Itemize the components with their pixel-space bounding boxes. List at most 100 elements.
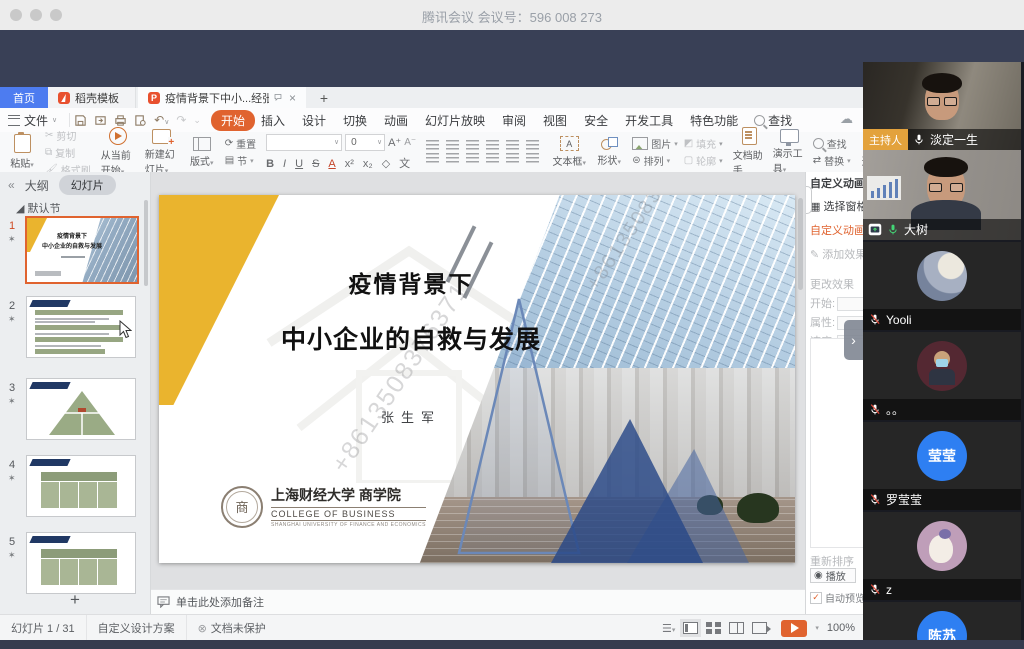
menu-item-devtools[interactable]: 开发工具 bbox=[625, 112, 673, 129]
bold-button[interactable]: B bbox=[266, 158, 274, 170]
animation-list[interactable] bbox=[810, 338, 863, 548]
zoom-level[interactable]: 100% bbox=[827, 622, 855, 634]
shapes-button[interactable]: 形状▾ bbox=[592, 137, 626, 167]
align-center-icon[interactable] bbox=[446, 153, 459, 163]
reset-button[interactable]: ⟳ 重置 bbox=[225, 136, 256, 151]
present-tools-button[interactable]: 演示工具▾ bbox=[773, 129, 807, 175]
highlight-button[interactable]: ◇ bbox=[382, 157, 390, 170]
notes-toggle-icon[interactable]: ☰▾ bbox=[662, 622, 675, 635]
slide-thumbnail-4[interactable] bbox=[26, 455, 136, 517]
tab-home[interactable]: 首页 bbox=[0, 87, 48, 108]
play-animation-button[interactable]: ◉ 播放 bbox=[810, 568, 856, 583]
selection-pane-button[interactable]: ▦ 选择窗格 bbox=[806, 191, 863, 214]
italic-button[interactable]: I bbox=[283, 158, 286, 170]
video-tile[interactable]: 陈苏 bbox=[863, 602, 1021, 640]
menu-item-home-active[interactable]: 开始 bbox=[211, 110, 255, 131]
outline-button[interactable]: ▢ 轮廓▾ bbox=[684, 153, 723, 168]
new-slide-button[interactable]: 新建幻灯片▾ bbox=[145, 129, 179, 176]
tab-slides[interactable]: 幻灯片 bbox=[59, 175, 116, 195]
underline-button[interactable]: U bbox=[295, 158, 303, 170]
text-direction-icon[interactable] bbox=[526, 153, 539, 163]
cloud-sync-icon[interactable]: ☁ bbox=[840, 111, 853, 127]
strikethrough-button[interactable]: S bbox=[312, 158, 319, 170]
close-tab-icon[interactable]: × bbox=[289, 91, 296, 105]
slide-title[interactable]: 疫情背景下 中小企业的自救与发展 bbox=[211, 265, 611, 356]
play-from-current-button[interactable]: 从当前开始▾ bbox=[101, 127, 135, 177]
menu-item-security[interactable]: 安全 bbox=[584, 112, 608, 129]
slide-thumbnail-5[interactable] bbox=[26, 532, 136, 594]
line-spacing-icon[interactable] bbox=[506, 140, 519, 150]
distribute-icon[interactable] bbox=[506, 153, 519, 163]
menu-item-view[interactable]: 视图 bbox=[543, 112, 567, 129]
find-button[interactable]: 查找 bbox=[813, 136, 851, 151]
add-slide-button[interactable]: + bbox=[0, 590, 150, 610]
comment-icon[interactable] bbox=[274, 92, 282, 103]
video-tile-sharer[interactable]: 大树 bbox=[863, 150, 1021, 240]
print-preview-icon[interactable] bbox=[134, 114, 147, 127]
notes-bar[interactable]: 单击此处添加备注 bbox=[151, 589, 805, 614]
print-icon[interactable] bbox=[114, 114, 127, 127]
sidebar-scrollbar[interactable] bbox=[144, 200, 148, 286]
normal-view-button[interactable] bbox=[683, 622, 698, 634]
video-tile-host[interactable]: 主持人 淡定一生 bbox=[863, 62, 1021, 150]
slide-sorter-view-button[interactable] bbox=[706, 622, 721, 634]
video-tile[interactable]: 莹莹 罗莹莹 bbox=[863, 422, 1021, 510]
design-scheme[interactable]: 自定义设计方案 bbox=[87, 615, 187, 640]
menu-item-features[interactable]: 特色功能 bbox=[690, 112, 738, 129]
layout-button[interactable]: 版式▾ bbox=[185, 137, 219, 168]
output-icon[interactable] bbox=[94, 114, 107, 127]
document-protection[interactable]: ⊗ 文档未保护 bbox=[187, 615, 277, 640]
file-menu[interactable]: 文件 ∨ bbox=[0, 112, 65, 129]
menu-item-animation[interactable]: 动画 bbox=[384, 112, 408, 129]
slide-thumbnail-3[interactable] bbox=[26, 378, 136, 440]
new-tab-button[interactable]: + bbox=[314, 87, 334, 108]
tab-docer-templates[interactable]: 稻壳模板 bbox=[48, 87, 136, 108]
textbox-button[interactable]: A 文本框▾ bbox=[552, 136, 586, 168]
decrease-indent-icon[interactable] bbox=[466, 140, 479, 150]
doc-assistant-button[interactable]: 文档助手 bbox=[733, 127, 767, 177]
menu-item-insert[interactable]: 插入 bbox=[261, 112, 285, 129]
tab-outline[interactable]: 大纲 bbox=[25, 177, 49, 194]
panel-splitter-handle[interactable] bbox=[805, 186, 812, 214]
slideshow-options-icon[interactable]: ▾ bbox=[815, 624, 819, 632]
slide-author[interactable]: 张生军 bbox=[211, 407, 611, 426]
menu-item-design[interactable]: 设计 bbox=[302, 112, 326, 129]
paste-button[interactable]: 粘贴▾ bbox=[5, 134, 39, 170]
section-button[interactable]: ▤ 节▾ bbox=[225, 153, 256, 168]
align-left-icon[interactable] bbox=[426, 153, 439, 163]
slide-thumbnail-1[interactable]: 疫情背景下中小企业的自救与发展 bbox=[25, 216, 139, 284]
tab-document[interactable]: P 疫情背景下中小...经张生军(1) × bbox=[138, 87, 306, 108]
add-effect-button[interactable]: ✎ 添加效果 bbox=[806, 238, 863, 262]
menu-item-slideshow[interactable]: 幻灯片放映 bbox=[425, 112, 485, 129]
save-icon[interactable] bbox=[74, 114, 87, 127]
justify-icon[interactable] bbox=[486, 153, 499, 163]
undo-icon[interactable]: ↶∨ bbox=[154, 113, 169, 127]
video-tile[interactable]: Yooli bbox=[863, 242, 1021, 330]
video-tile[interactable]: 。。 bbox=[863, 332, 1021, 420]
collapse-sidebar-button[interactable]: « bbox=[8, 178, 15, 192]
subscript-button[interactable]: x₂ bbox=[363, 158, 373, 170]
picture-button[interactable]: 图片▾ bbox=[632, 136, 678, 151]
font-name-select[interactable]: ∨ bbox=[266, 134, 342, 151]
section-row[interactable]: ◢ 默认节 bbox=[0, 198, 150, 218]
start-select[interactable] bbox=[837, 297, 863, 311]
font-color-button[interactable]: A bbox=[328, 158, 335, 170]
menu-item-review[interactable]: 审阅 bbox=[502, 112, 526, 129]
auto-preview-checkbox[interactable]: ✓ 自动预览 bbox=[810, 590, 863, 605]
cut-button[interactable]: ✂ 剪切 bbox=[45, 128, 91, 143]
slide-canvas[interactable]: +8613508376371 +8613508376371 疫情背景下 中小企业… bbox=[159, 195, 795, 563]
arrange-button[interactable]: ⊜ 排列▾ bbox=[632, 153, 678, 168]
decrease-font-icon[interactable]: A⁻ bbox=[404, 137, 416, 148]
reading-view-button[interactable] bbox=[729, 622, 744, 634]
increase-font-icon[interactable]: A⁺ bbox=[388, 136, 401, 149]
editor-scrollbar[interactable] bbox=[798, 198, 803, 290]
redo-icon[interactable]: ↷ bbox=[176, 113, 186, 127]
presenter-view-button[interactable] bbox=[752, 622, 767, 634]
custom-animation-link[interactable]: 自定义动画 bbox=[806, 214, 863, 238]
fill-button[interactable]: ◩ 填充▾ bbox=[684, 136, 723, 151]
bullets-icon[interactable] bbox=[426, 140, 439, 150]
menu-item-transition[interactable]: 切换 bbox=[343, 112, 367, 129]
replace-button[interactable]: ⇄ 替换▾ bbox=[813, 153, 851, 168]
superscript-button[interactable]: x² bbox=[345, 158, 354, 170]
text-tool-button[interactable]: 文 bbox=[399, 155, 410, 171]
